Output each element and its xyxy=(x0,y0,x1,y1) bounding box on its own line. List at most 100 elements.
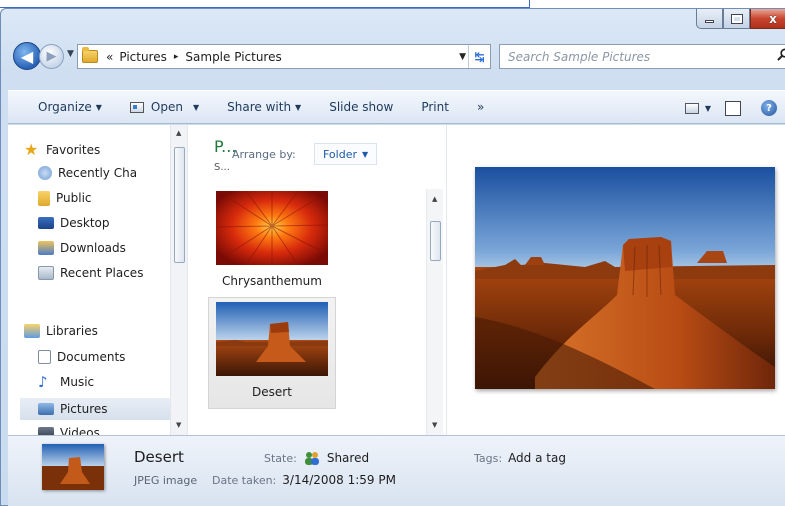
recent-pages-dropdown[interactable]: ▼ xyxy=(67,49,74,59)
nav-videos-label: Videos xyxy=(60,426,100,435)
close-button[interactable]: x xyxy=(750,9,785,29)
more-label: » xyxy=(476,100,485,114)
organize-label: Organize xyxy=(38,100,92,114)
slide-show-button[interactable]: Slide show xyxy=(315,100,407,114)
nav-public-label: Public xyxy=(56,191,92,205)
nav-public[interactable]: Public xyxy=(38,187,92,209)
maximize-icon xyxy=(730,13,743,24)
address-dropdown-icon[interactable]: ▼ xyxy=(459,52,466,62)
nav-favorites-label: Favorites xyxy=(46,143,101,157)
nav-recently-changed[interactable]: Recently Cha xyxy=(38,162,137,184)
search-icon[interactable] xyxy=(777,48,785,61)
nav-downloads-label: Downloads xyxy=(60,241,126,255)
file-name-desert: Desert xyxy=(252,385,292,399)
star-icon: ★ xyxy=(24,140,39,159)
libraries-icon xyxy=(24,324,40,338)
scroll-down-icon[interactable]: ▼ xyxy=(176,421,181,429)
file-scroll-up-icon[interactable]: ▲ xyxy=(432,195,437,203)
breadcrumb-separator-icon[interactable]: ▸ xyxy=(174,52,179,62)
documents-icon xyxy=(38,350,51,364)
music-icon: ♪ xyxy=(38,373,48,391)
nav-recent-places[interactable]: Recent Places xyxy=(38,262,143,284)
nav-libraries-label: Libraries xyxy=(46,324,98,338)
nav-scrollbar[interactable]: ▲ ▼ xyxy=(170,125,187,435)
forward-button[interactable]: ▶ xyxy=(39,44,64,69)
scroll-up-icon[interactable]: ▲ xyxy=(176,129,181,137)
back-button[interactable]: ◀ xyxy=(13,42,41,70)
address-overflow[interactable]: « xyxy=(106,50,113,64)
nav-recently-changed-label: Recently Cha xyxy=(58,166,138,180)
nav-videos[interactable]: Videos xyxy=(38,422,100,435)
library-subtitle: S... xyxy=(214,162,230,173)
close-icon: x xyxy=(769,11,777,26)
pictures-icon xyxy=(38,403,54,415)
search-box[interactable]: Search Sample Pictures xyxy=(499,44,785,69)
file-list-scrollbar[interactable]: ▲ ▼ xyxy=(426,189,443,435)
details-file-type: JPEG image xyxy=(134,474,198,487)
file-name-chrysanthemum: Chrysanthemum xyxy=(222,274,322,288)
details-date-taken: Date taken: 3/14/2008 1:59 PM xyxy=(212,473,396,487)
view-dropdown-icon[interactable]: ▼ xyxy=(705,104,711,113)
share-dropdown-icon: ▼ xyxy=(295,102,302,112)
date-taken-value: 3/14/2008 1:59 PM xyxy=(282,473,396,487)
nav-downloads[interactable]: Downloads xyxy=(38,237,126,259)
nav-libraries[interactable]: Libraries xyxy=(24,320,98,342)
print-button[interactable]: Print xyxy=(407,100,463,114)
help-icon[interactable]: ? xyxy=(761,100,777,116)
desert-preview-image xyxy=(475,167,775,389)
minimize-button[interactable] xyxy=(696,9,723,29)
nav-desktop[interactable]: Desktop xyxy=(38,212,110,234)
file-list-pane: P... S... Arrange by: Folder ▼ Chrysanth… xyxy=(198,125,443,435)
file-scroll-down-icon[interactable]: ▼ xyxy=(432,421,437,429)
open-dropdown-icon: ▼ xyxy=(192,102,200,112)
nav-documents[interactable]: Documents xyxy=(38,346,125,368)
folder-icon xyxy=(38,190,50,206)
open-button[interactable]: Open ▼ xyxy=(116,100,213,114)
file-item-desert[interactable]: Desert xyxy=(208,297,336,409)
details-tags: Tags: Add a tag xyxy=(474,451,566,465)
navigation-row: ◀ ▶ ▼ « Pictures ▸ Sample Pictures ▼ ↹ S… xyxy=(13,42,785,72)
state-value: Shared xyxy=(326,451,370,465)
refresh-icon: ↹ xyxy=(474,49,485,64)
add-tag-field[interactable]: Add a tag xyxy=(508,451,566,465)
details-state: State: Shared xyxy=(264,451,369,465)
folder-icon xyxy=(82,47,98,63)
navigation-pane: ★ Favorites Recently Cha Public Desktop … xyxy=(8,125,188,435)
nav-pictures-label: Pictures xyxy=(60,402,108,416)
breadcrumb-pictures[interactable]: Pictures xyxy=(119,50,167,64)
change-view-icon[interactable] xyxy=(684,102,699,114)
more-commands-button[interactable]: » xyxy=(463,100,498,114)
organize-button[interactable]: Organize ▼ xyxy=(8,100,116,114)
arrange-by-value: Folder xyxy=(323,147,357,161)
content-area: ★ Favorites Recently Cha Public Desktop … xyxy=(8,125,785,435)
breadcrumb-sample-pictures[interactable]: Sample Pictures xyxy=(185,50,281,64)
arrange-by-label: Arrange by: xyxy=(232,148,296,161)
share-with-label: Share with xyxy=(227,100,292,114)
open-app-icon xyxy=(129,101,144,113)
preview-pane xyxy=(446,125,785,435)
nav-recent-places-label: Recent Places xyxy=(60,266,144,280)
arrange-by-dropdown[interactable]: Folder ▼ xyxy=(314,143,378,165)
recent-places-icon xyxy=(38,266,54,280)
shared-users-icon xyxy=(304,452,319,465)
nav-desktop-label: Desktop xyxy=(60,216,110,230)
recent-icon xyxy=(38,166,52,180)
print-label: Print xyxy=(421,100,449,114)
nav-favorites[interactable]: ★ Favorites xyxy=(24,139,100,161)
organize-dropdown-icon: ▼ xyxy=(95,102,102,112)
share-with-button[interactable]: Share with ▼ xyxy=(213,100,315,114)
desktop-icon xyxy=(38,217,54,229)
state-label: State: xyxy=(264,451,297,465)
forward-arrow-icon: ▶ xyxy=(46,49,57,64)
file-item-chrysanthemum[interactable]: Chrysanthemum xyxy=(208,190,336,288)
nav-scroll-thumb[interactable] xyxy=(174,147,185,263)
refresh-button[interactable]: ↹ xyxy=(468,45,490,68)
details-pane: Desert JPEG image State: Shared Date tak… xyxy=(8,435,785,506)
date-taken-label: Date taken: xyxy=(212,473,277,487)
address-bar[interactable]: « Pictures ▸ Sample Pictures ▼ ↹ xyxy=(77,44,491,69)
nav-pictures[interactable]: Pictures xyxy=(20,398,180,420)
nav-music[interactable]: ♪ Music xyxy=(38,371,94,393)
preview-pane-icon[interactable] xyxy=(725,100,741,116)
maximize-button[interactable] xyxy=(723,9,750,29)
file-scroll-thumb[interactable] xyxy=(430,221,441,261)
